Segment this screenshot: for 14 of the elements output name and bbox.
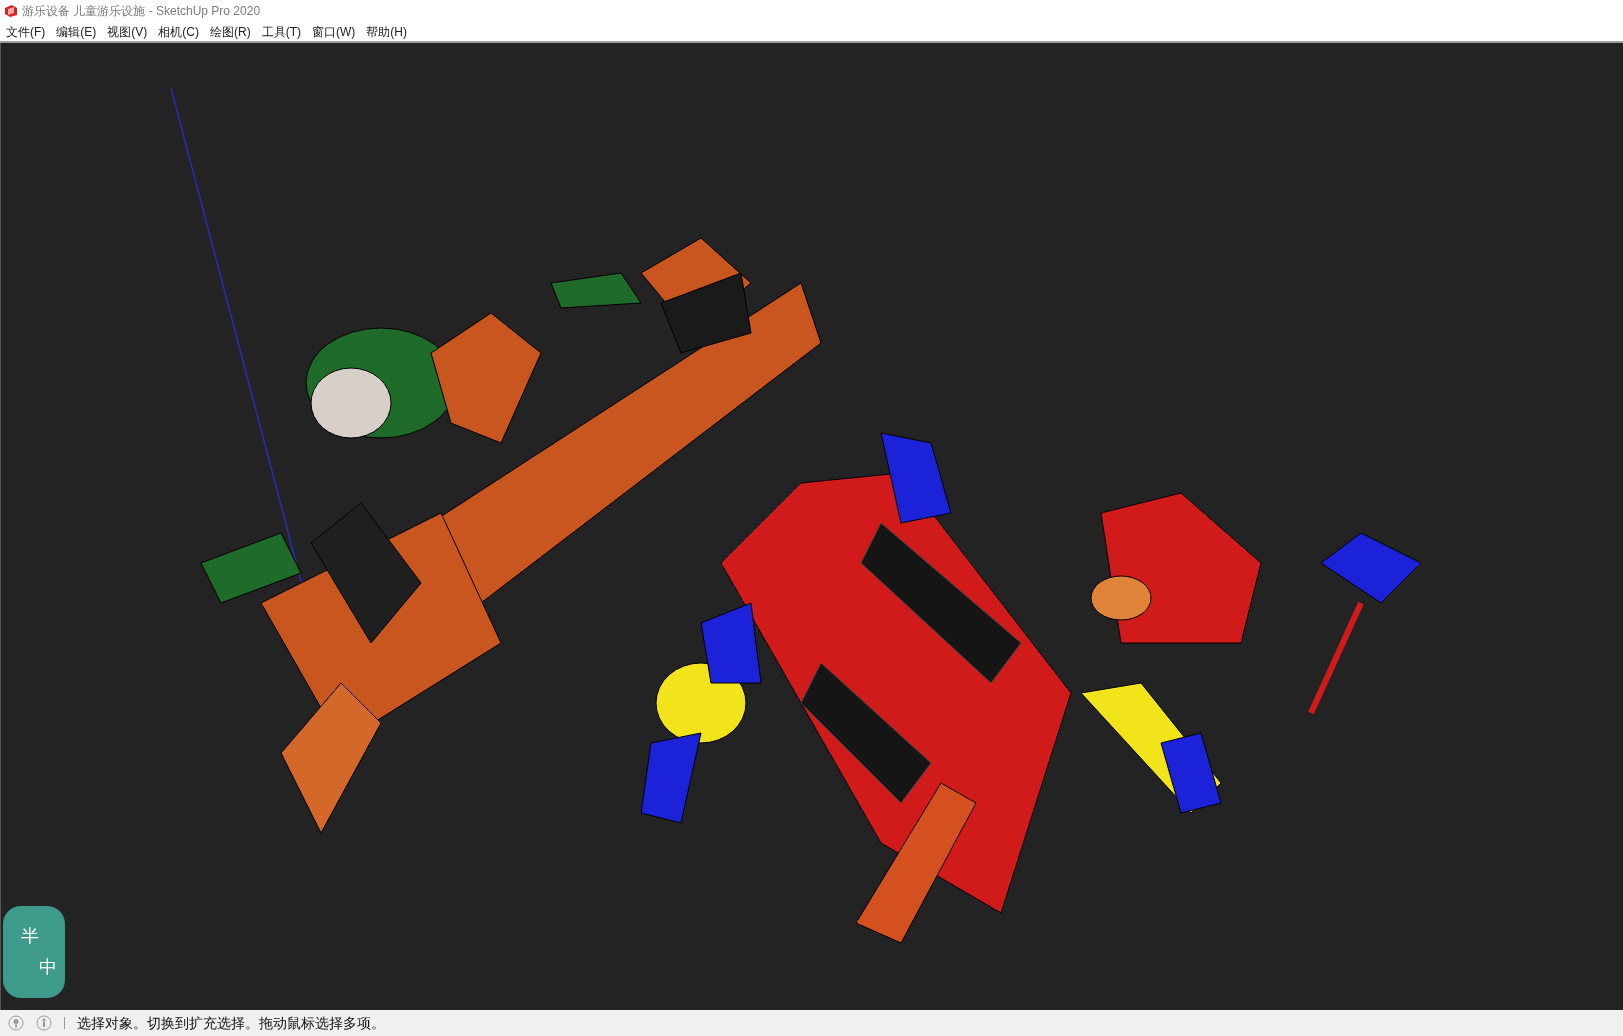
ime-width-mode: 半	[21, 925, 39, 948]
menu-item[interactable]: 窗口(W)	[312, 22, 356, 41]
menu-item[interactable]: 相机(C)	[158, 22, 199, 41]
menu-item[interactable]: 文件(F)	[6, 22, 46, 41]
menu-item[interactable]: 视图(V)	[107, 22, 148, 41]
ime-language: 中	[39, 956, 57, 979]
status-message: 选择对象。切换到扩充选择。拖动鼠标选择多项。	[77, 1013, 385, 1033]
window-title: 游乐设备 儿童游乐设施 - SketchUp Pro 2020	[22, 3, 261, 20]
menu-item[interactable]: 编辑(E)	[56, 22, 97, 41]
app-logo-icon	[4, 4, 18, 18]
menu-item[interactable]: 工具(T)	[261, 22, 301, 41]
location-pin-icon[interactable]	[8, 1015, 24, 1031]
menu-item[interactable]: 绘图(R)	[210, 22, 251, 41]
menu-item[interactable]: 帮助(H)	[366, 22, 407, 41]
